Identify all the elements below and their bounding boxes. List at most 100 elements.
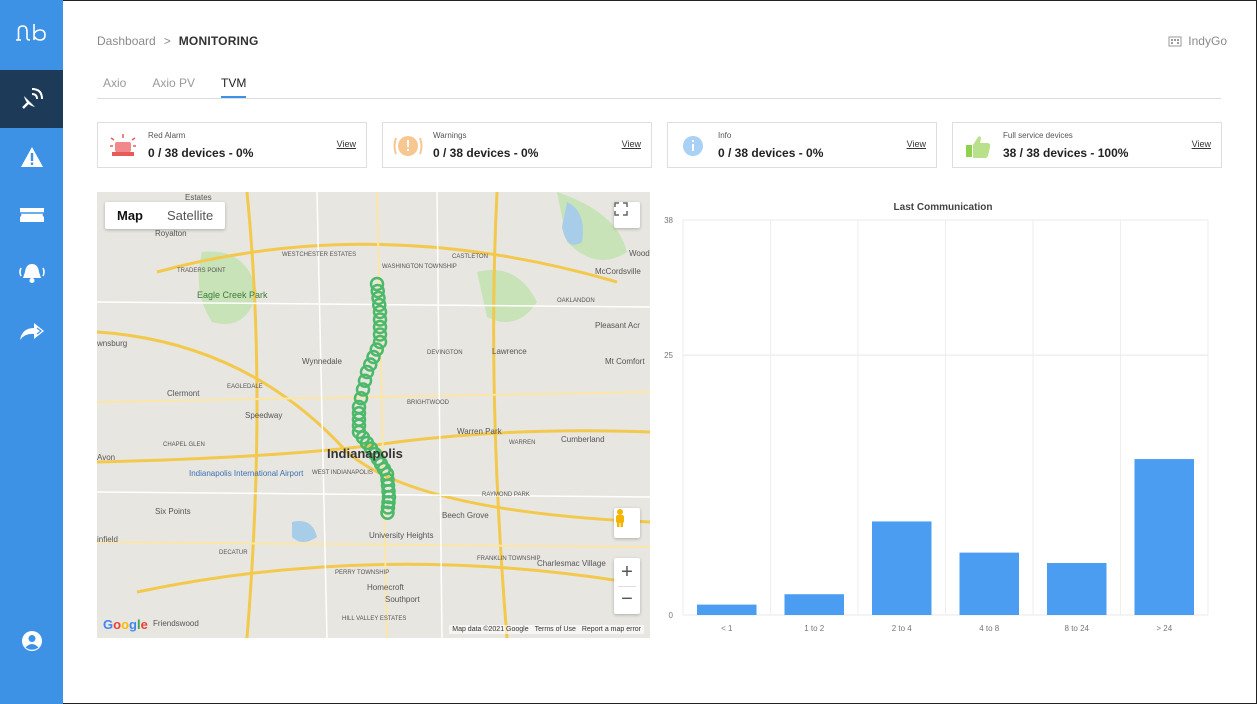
sidebar-item-profile[interactable] [0,612,63,670]
map-label: PERRY TOWNSHIP [335,570,389,576]
view-warnings-link[interactable]: View [622,139,641,149]
map-canvas: Estates Royalton TRADERS POINT WESTCHEST… [97,192,650,638]
bar[interactable] [784,594,845,615]
sidebar-item-monitoring[interactable] [0,70,63,128]
x-tick-label: < 1 [721,624,733,633]
building-icon [1168,36,1182,47]
map-label: RAYMOND PARK [482,492,530,498]
view-red-alarm-link[interactable]: View [337,139,356,149]
breadcrumb: Dashboard > MONITORING [97,34,259,48]
satellite-dish-icon [21,88,43,109]
fullscreen-button[interactable] [614,202,640,228]
map-label: Lawrence [492,347,527,356]
card-value: 0 / 38 devices - 0% [433,146,539,160]
map-label: Wood [629,249,650,258]
map-label: Six Points [155,507,191,516]
sidebar [0,0,63,704]
card-warnings: Warnings 0 / 38 devices - 0% View [382,122,652,168]
card-title: Red Alarm [148,131,186,140]
map-label: University Heights [369,531,433,540]
main-content: Dashboard > MONITORING IndyGo Axio Axio … [63,0,1257,704]
map-label: Pleasant Acr [595,321,640,330]
bar[interactable] [697,604,757,615]
map-label: BRIGHTWOOD [407,400,450,406]
map-type-satellite-button[interactable]: Satellite [155,202,225,229]
map-label: WASHINGTON TOWNSHIP [382,264,457,270]
view-full-service-link[interactable]: View [1192,139,1211,149]
view-info-link[interactable]: View [907,139,926,149]
card-title: Full service devices [1003,131,1073,140]
ticket-icon [19,208,44,222]
map-label: Eagle Creek Park [197,290,268,300]
card-value: 0 / 38 devices - 0% [718,146,824,160]
sidebar-item-alerts[interactable] [0,128,63,186]
report-map-error-link[interactable]: Report a map error [582,626,641,633]
map-label: OAKLANDON [557,298,595,304]
breadcrumb-root[interactable]: Dashboard [97,34,156,48]
y-tick-label: 38 [664,216,673,225]
map-label: infield [97,535,118,544]
map-label: TRADERS POINT [177,268,226,274]
breadcrumb-separator: > [163,34,171,48]
map-label: Warren Park [457,427,503,436]
app-logo[interactable] [0,8,63,58]
red-alarm-icon [110,134,136,156]
map-label: Beech Grove [442,511,489,520]
map-label: HILL VALLEY ESTATES [342,616,406,622]
tab-tvm[interactable]: TVM [221,76,247,98]
zoom-out-button[interactable]: − [621,587,633,613]
map-type-map-button[interactable]: Map [105,202,155,229]
zoom-in-button[interactable]: + [621,560,633,586]
map-label: FRANKLIN TOWNSHIP [477,556,540,562]
tab-axio-pv[interactable]: Axio PV [152,76,195,98]
map-label: Charlesmac Village [537,559,606,568]
x-tick-label: 8 to 24 [1065,624,1090,633]
bar[interactable] [1047,563,1107,615]
bar[interactable] [872,521,932,615]
map-label: WARREN [509,440,535,446]
map-label: wnsburg [97,339,127,348]
chart-plot: 0 25 38 < 1 1 to 2 2 to 4 4 to 8 8 to 24 > 24 [664,216,1209,633]
tab-axio[interactable]: Axio [103,76,126,98]
map-label: Homecroft [367,583,405,592]
terms-of-use-link[interactable]: Terms of Use [535,626,576,633]
map-label: Friendswood [153,619,199,628]
pegman-icon [616,509,624,527]
card-value: 0 / 38 devices - 0% [148,146,254,160]
organization-name: IndyGo [1188,34,1227,48]
bar[interactable] [1134,459,1195,615]
map-label: Indianapolis [327,446,403,461]
map-label: Speedway [245,411,282,420]
map-label: Southport [385,595,420,604]
logo-icon [15,24,46,41]
map-label: WEST INDIANAPOLIS [312,470,373,476]
bar[interactable] [959,552,1020,615]
map-label: DEVINGTON [427,350,463,356]
card-full-service: Full service devices 38 / 38 devices - 1… [952,122,1222,168]
y-tick-label: 25 [664,351,673,360]
info-icon [683,136,703,156]
y-tick-label: 0 [669,611,674,620]
breadcrumb-current: MONITORING [178,34,259,48]
map-label: Indianapolis International Airport [189,469,304,478]
thumbs-up-icon [966,136,991,158]
street-view-button[interactable] [614,508,640,538]
x-tick-label: > 24 [1156,624,1172,633]
fullscreen-icon [614,202,628,216]
warning-icon [20,147,43,167]
map-label: Cumberland [561,435,605,444]
google-logo: Google [103,617,148,632]
share-forward-icon [19,323,44,340]
tabs-divider [97,98,1221,99]
map-attribution: Map data ©2021 Google Terms of Use Repor… [449,625,644,634]
device-map[interactable]: Estates Royalton TRADERS POINT WESTCHEST… [97,192,650,638]
map-label: Avon [97,453,115,462]
sidebar-item-dispatch[interactable] [0,302,63,360]
sidebar-item-tickets[interactable] [0,186,63,244]
map-label: McCordsville [595,267,641,276]
map-label: WESTCHESTER ESTATES [282,252,356,258]
device-tabs: Axio Axio PV TVM [103,76,247,98]
map-label: Wynnedale [302,357,343,366]
map-type-toggle: Map Satellite [105,202,226,229]
sidebar-item-notifications[interactable] [0,244,63,302]
